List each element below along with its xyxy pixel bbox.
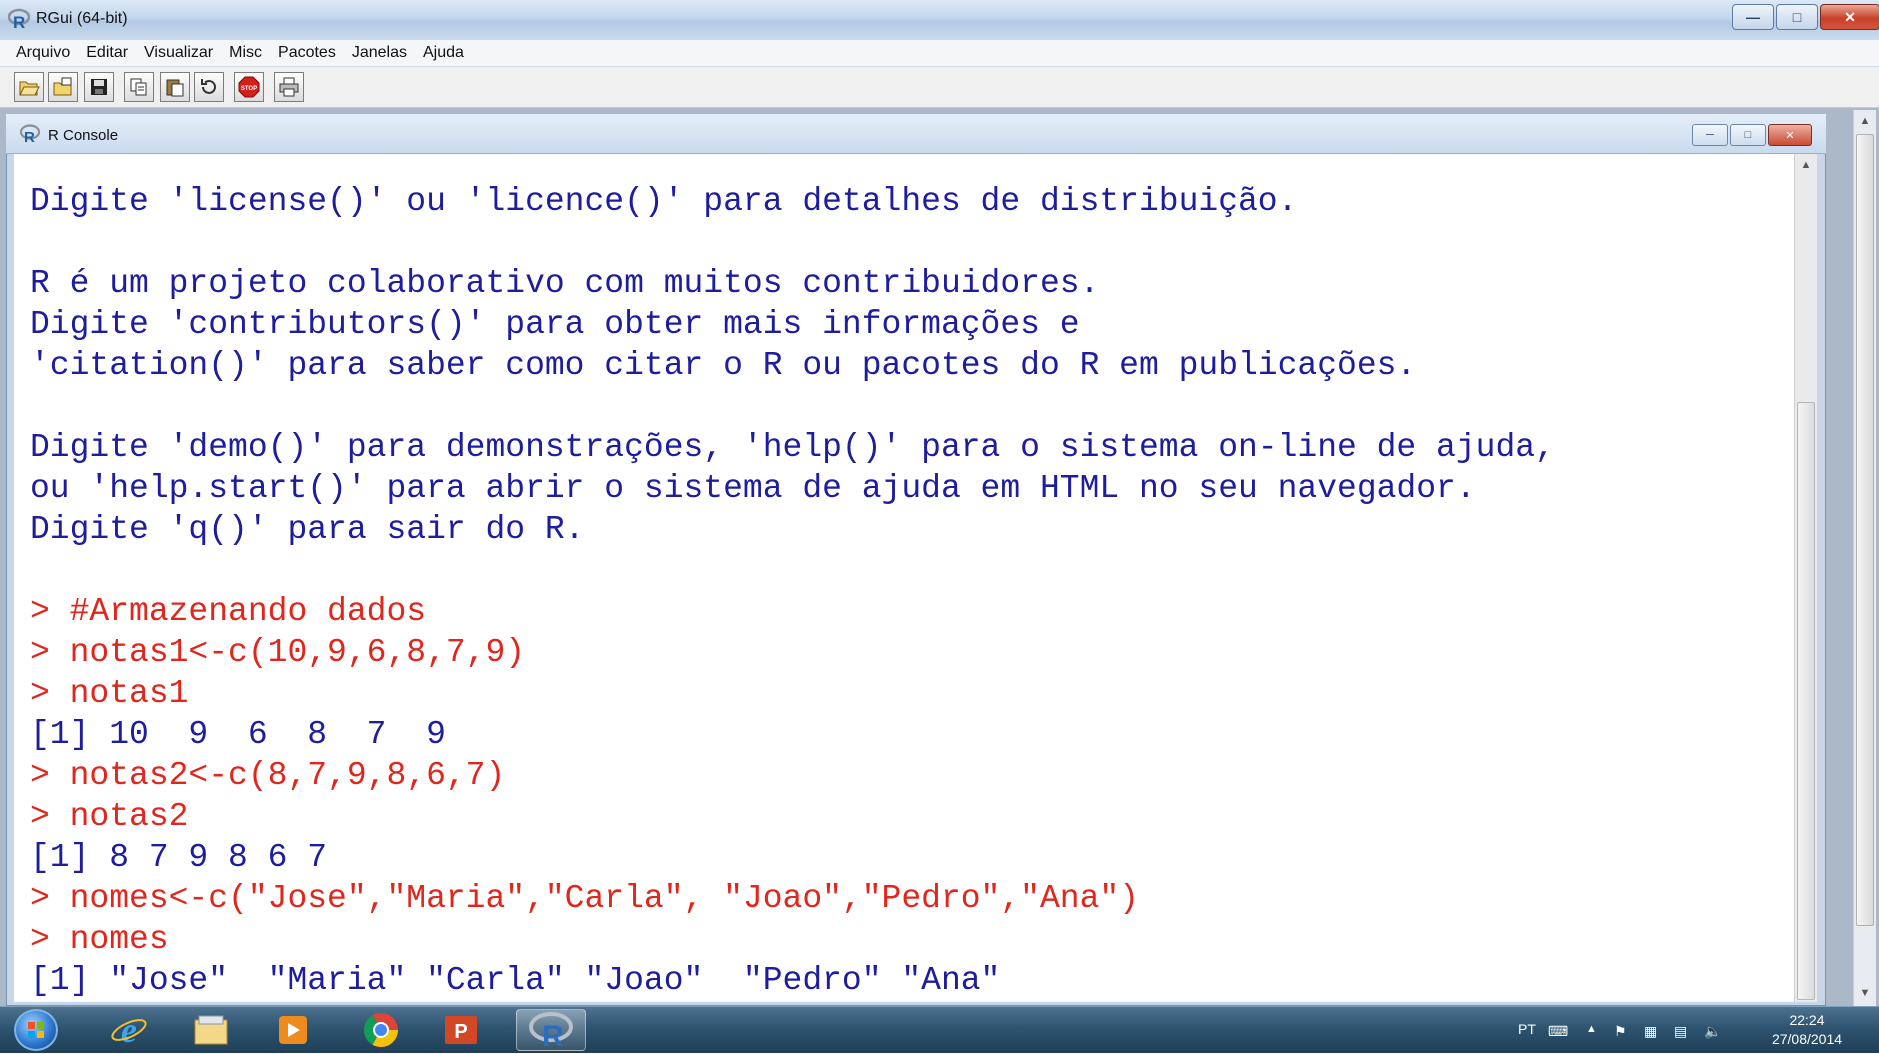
menu-misc[interactable]: Misc <box>223 44 272 62</box>
console-scroll-thumb[interactable] <box>1797 402 1815 1000</box>
save-workspace-icon <box>91 79 107 95</box>
console-line: Digite 'q()' para sair do R. <box>30 511 585 548</box>
clock[interactable]: 22:24 27/08/2014 <box>1752 1011 1862 1049</box>
console-line: [1] "Jose" "Maria" "Carla" "Joao" "Pedro… <box>30 962 1001 999</box>
console-minimize-button[interactable]: ─ <box>1692 124 1728 146</box>
language-indicator[interactable]: PT <box>1518 1021 1536 1037</box>
svg-text:P: P <box>454 1021 467 1043</box>
menu-janelas[interactable]: Janelas <box>346 44 417 62</box>
device-icon[interactable]: ▦ <box>1644 1023 1657 1040</box>
menu-ajuda[interactable]: Ajuda <box>417 44 474 62</box>
console-line: > notas1 <box>30 675 189 712</box>
clock-time: 22:24 <box>1789 1012 1825 1028</box>
console-close-button[interactable]: ✕ <box>1768 124 1812 146</box>
console-line: Digite 'demo()' para demonstrações, 'hel… <box>30 429 1555 466</box>
console-line: R é um projeto colaborativo com muitos c… <box>30 265 1100 302</box>
stop-button[interactable]: STOP <box>234 72 264 102</box>
volume-icon[interactable]: 🔈 <box>1704 1023 1721 1040</box>
print-icon <box>279 77 299 97</box>
taskbar-r[interactable]: R <box>516 1009 586 1051</box>
maximize-icon: □ <box>1744 129 1752 141</box>
close-icon: ✕ <box>1785 129 1795 142</box>
r-logo-icon: R <box>7 8 31 35</box>
clock-date: 27/08/2014 <box>1771 1031 1843 1047</box>
svg-text:R: R <box>13 13 25 30</box>
chrome-icon <box>364 1013 398 1047</box>
network-icon[interactable]: ▤ <box>1674 1023 1687 1040</box>
action-center-flag-icon[interactable]: ⚑ <box>1614 1023 1627 1040</box>
save-workspace-button[interactable] <box>84 72 114 102</box>
console-title: R Console <box>48 127 119 144</box>
svg-text:STOP: STOP <box>241 86 257 92</box>
paste-button[interactable] <box>160 72 190 102</box>
maximize-button[interactable]: □ <box>1776 4 1818 30</box>
console-line: 'citation()' para saber como citar o R o… <box>30 347 1417 384</box>
console-line: > notas2<-c(8,7,9,8,6,7) <box>30 757 506 794</box>
menu-editar[interactable]: Editar <box>80 44 138 62</box>
taskbar-internet-explorer[interactable]: e <box>94 1009 164 1051</box>
frame-scrollbar[interactable]: ▲ ▼ <box>1853 110 1876 1006</box>
load-workspace-button[interactable] <box>48 72 78 102</box>
taskbar-file-explorer[interactable] <box>176 1009 246 1051</box>
load-workspace-icon <box>53 77 72 96</box>
console-line: > nomes <box>30 921 169 958</box>
console-line: ou 'help.start()' para abrir o sistema d… <box>30 470 1476 507</box>
copy-paste-button[interactable] <box>194 72 224 102</box>
scroll-up-icon[interactable]: ▲ <box>1856 112 1874 130</box>
maximize-icon: □ <box>1792 9 1802 25</box>
taskbar: e P R PT ⌨ ▲ ⚑ ▦ ▤ 🔈 22:24 27/08/2014 <box>0 1006 1879 1053</box>
console-line: Digite 'contributors()' para obter mais … <box>30 306 1080 343</box>
start-button[interactable] <box>14 1009 58 1051</box>
close-button[interactable]: ✕ <box>1820 4 1879 30</box>
show-hidden-icons-icon[interactable]: ▲ <box>1586 1023 1597 1035</box>
svg-text:R: R <box>24 129 35 144</box>
menu-pacotes[interactable]: Pacotes <box>272 44 346 62</box>
console-output[interactable]: Digite 'license()' ou 'licence()' para d… <box>14 154 1794 1002</box>
app-title: RGui (64-bit) <box>36 10 128 27</box>
toolbar: STOP <box>0 67 1879 108</box>
copy-button[interactable] <box>124 72 154 102</box>
scroll-up-icon[interactable]: ▲ <box>1797 156 1815 174</box>
menubar: Arquivo Editar Visualizar Misc Pacotes J… <box>0 40 1879 67</box>
close-icon: ✕ <box>1844 8 1856 25</box>
stop-icon: STOP <box>238 76 260 98</box>
r-console-icon: R <box>19 124 41 149</box>
keyboard-icon[interactable]: ⌨ <box>1548 1023 1568 1040</box>
console-line: > #Armazenando dados <box>30 593 427 630</box>
console-maximize-button[interactable]: □ <box>1730 124 1766 146</box>
taskbar-chrome[interactable] <box>346 1009 416 1051</box>
svg-text:e: e <box>121 1010 137 1050</box>
console-line: Digite 'license()' ou 'licence()' para d… <box>30 183 1298 220</box>
powerpoint-icon: P <box>445 1016 477 1044</box>
internet-explorer-icon: e <box>111 1010 147 1050</box>
console-line: > nomes<-c("Jose","Maria","Carla", "Joao… <box>30 880 1139 917</box>
taskbar-powerpoint[interactable]: P <box>426 1009 496 1051</box>
copy-icon <box>130 78 147 96</box>
windows-logo-icon <box>28 1022 44 1038</box>
r-icon: R <box>529 1012 573 1050</box>
print-button[interactable] <box>274 72 304 102</box>
console-titlebar[interactable]: R R Console ─ □ ✕ <box>6 114 1826 154</box>
open-script-button[interactable] <box>14 72 44 102</box>
open-script-icon <box>19 81 40 96</box>
menu-visualizar[interactable]: Visualizar <box>138 44 223 62</box>
scroll-down-icon[interactable]: ▼ <box>1856 984 1874 1002</box>
console-scrollbar[interactable]: ▲ <box>1794 154 1817 1002</box>
menu-arquivo[interactable]: Arquivo <box>0 44 80 62</box>
frame-scroll-thumb[interactable] <box>1856 134 1874 926</box>
minimize-button[interactable]: — <box>1732 4 1774 30</box>
copy-paste-icon <box>201 79 216 94</box>
console-line: > notas1<-c(10,9,6,8,7,9) <box>30 634 526 671</box>
taskbar-media-player[interactable] <box>258 1009 328 1051</box>
console-line: > notas2 <box>30 798 189 835</box>
svg-text:R: R <box>542 1020 564 1050</box>
minimize-icon: — <box>1746 9 1760 25</box>
minimize-icon: ─ <box>1706 129 1714 141</box>
paste-icon <box>166 79 184 97</box>
file-explorer-icon <box>194 1015 228 1045</box>
console-line: [1] 10 9 6 8 7 9 <box>30 716 446 753</box>
app-titlebar: R RGui (64-bit) — □ ✕ <box>0 0 1879 41</box>
media-player-icon <box>279 1016 307 1044</box>
console-line: [1] 8 7 9 8 6 7 <box>30 839 328 876</box>
